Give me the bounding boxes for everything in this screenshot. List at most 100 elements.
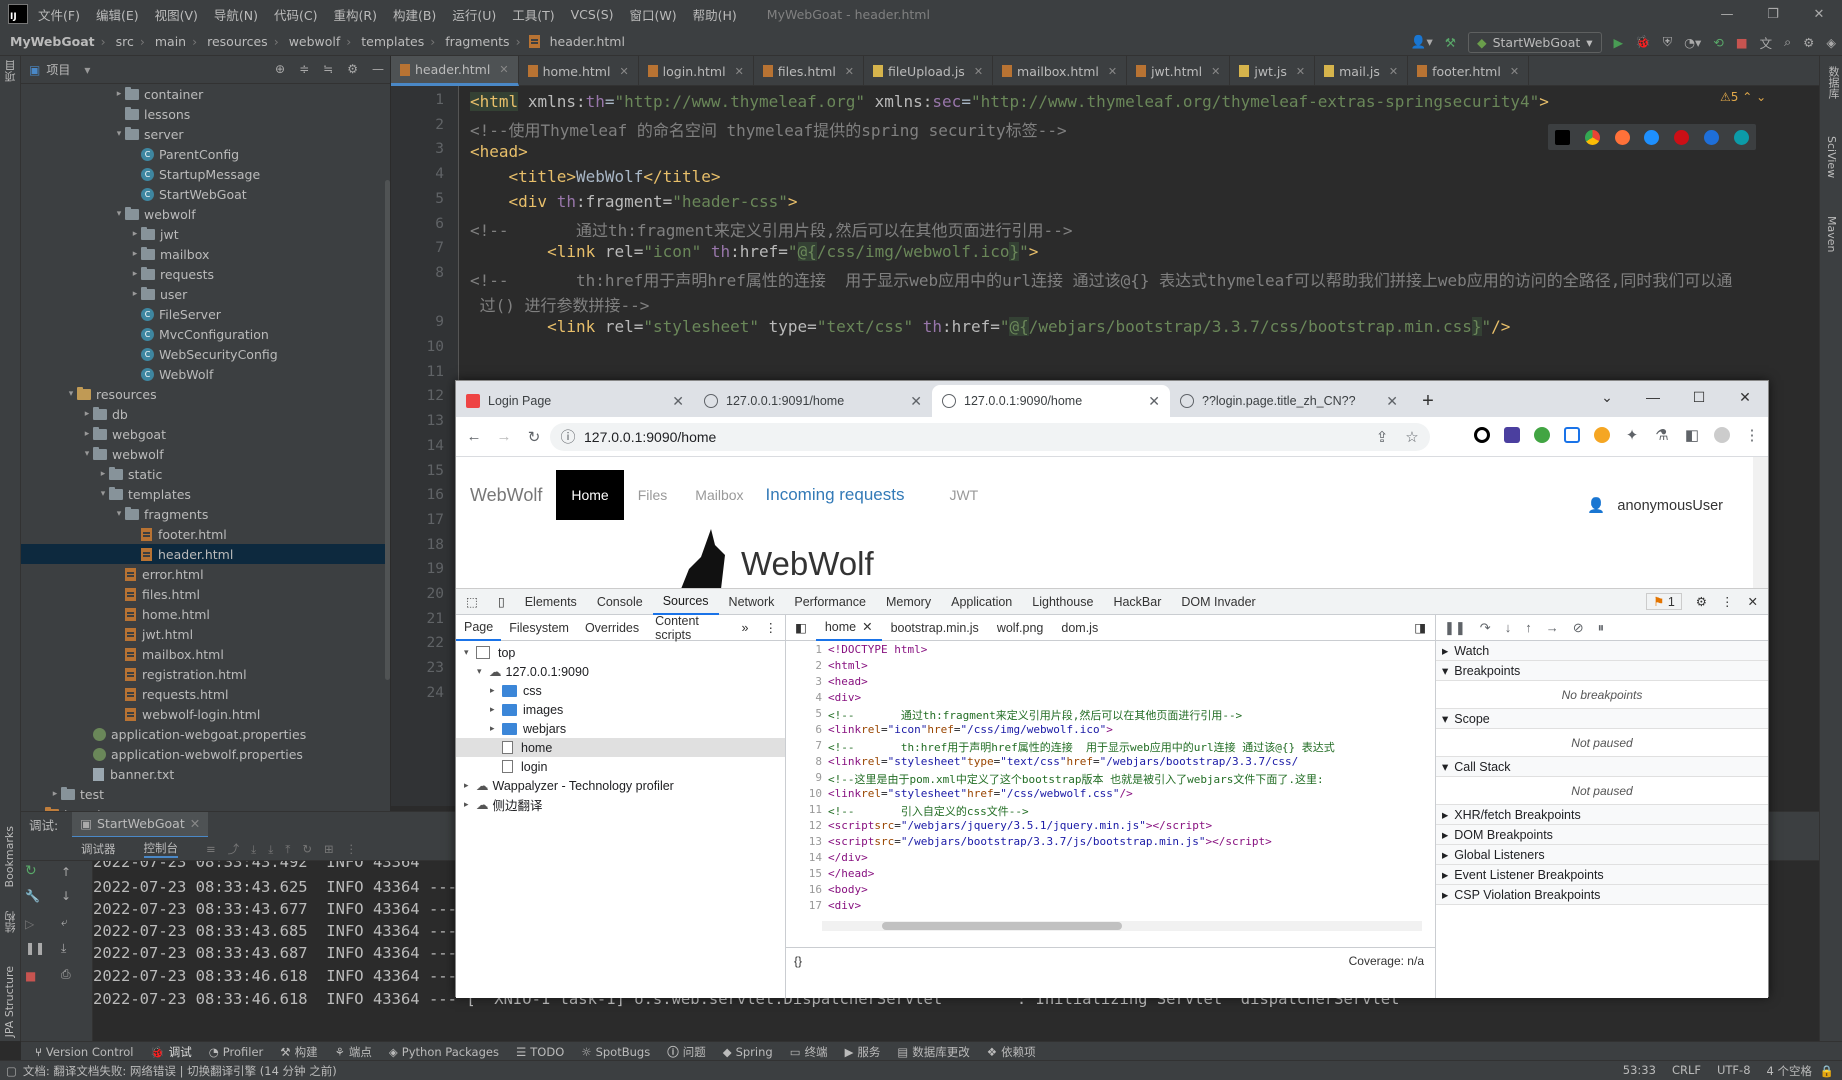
tree-item[interactable]: ▾ templates: [21, 484, 390, 504]
tree-item[interactable]: ▸ webgoat: [21, 424, 390, 444]
horizontal-scrollbar[interactable]: [822, 921, 1422, 931]
expand-arrow-icon[interactable]: ▸: [129, 269, 141, 279]
back-icon[interactable]: ←: [466, 428, 482, 445]
tree-item[interactable]: jwt.html: [21, 624, 390, 644]
tree-item[interactable]: ▾ server: [21, 124, 390, 144]
breadcrumb-webwolf[interactable]: webwolf: [289, 34, 341, 49]
inspection-warnings[interactable]: ⚠5 ⌃ ⌄: [1720, 90, 1766, 104]
tree-item[interactable]: C StartupMessage: [21, 164, 390, 184]
collapse-all-icon[interactable]: ≒: [323, 62, 333, 76]
firefox-icon[interactable]: [1614, 129, 1630, 145]
build-tool[interactable]: ⚒ 构建: [280, 1044, 317, 1060]
file-tree-item[interactable]: ▸ webjars: [456, 719, 785, 738]
chrome-icon[interactable]: [1585, 129, 1601, 145]
file-tree-item[interactable]: ▾ top: [456, 643, 785, 662]
down-arrow-icon[interactable]: ↓: [61, 889, 71, 903]
source-code[interactable]: 1 <!DOCTYPE html> 2 <html> 3 <head> 4 <div>…: [786, 641, 1436, 921]
python-packages-tool[interactable]: ◈ Python Packages: [389, 1045, 499, 1059]
close-icon[interactable]: ✕: [1722, 381, 1768, 413]
file-tree-item[interactable]: ▾ ☁ 127.0.0.1:9090: [456, 662, 785, 681]
user-icon[interactable]: 👤▾: [1411, 34, 1433, 50]
menu-edit[interactable]: 编辑(E): [96, 5, 139, 24]
breadcrumb-project[interactable]: MyWebGoat: [10, 34, 95, 49]
user-menu[interactable]: 👤 anonymousUser: [1587, 497, 1723, 514]
extensions-puzzle-icon[interactable]: ✦: [1624, 427, 1640, 444]
caret-position[interactable]: 53:33: [1623, 1063, 1656, 1079]
devtools-tab-memory[interactable]: Memory: [876, 589, 941, 615]
chevron-down-icon[interactable]: ▾: [84, 63, 90, 77]
tree-item[interactable]: registration.html: [21, 664, 390, 684]
close-tab-icon[interactable]: ✕: [1296, 65, 1305, 78]
expand-arrow-icon[interactable]: ▸: [490, 685, 502, 696]
tree-item[interactable]: lessons: [21, 104, 390, 124]
toggle-debugger-icon[interactable]: ◨: [1405, 620, 1435, 635]
devtools-tab-elements[interactable]: Elements: [515, 589, 587, 615]
editor-tab[interactable]: fileUpload.js ✕: [864, 56, 994, 86]
global-listeners-section[interactable]: ▸ Global Listeners: [1436, 845, 1768, 865]
tree-item[interactable]: ▾ resources: [21, 384, 390, 404]
call-stack-section[interactable]: ▾ Call Stack: [1436, 757, 1768, 777]
problems-tool[interactable]: ⓘ 问题: [667, 1044, 706, 1060]
devtools-tab-application[interactable]: Application: [941, 589, 1022, 615]
tree-item[interactable]: ▾ webwolf: [21, 444, 390, 464]
navigator-tab-overrides[interactable]: Overrides: [577, 621, 647, 635]
edge-icon[interactable]: [1733, 129, 1749, 145]
file-tree-item[interactable]: ▸ css: [456, 681, 785, 700]
pause-icon[interactable]: ❚❚: [25, 941, 45, 955]
expand-arrow-icon[interactable]: ▾: [97, 489, 109, 499]
tree-item[interactable]: C MvcConfiguration: [21, 324, 390, 344]
tree-item[interactable]: ▾ webwolf: [21, 204, 390, 224]
flask-icon[interactable]: ⚗: [1654, 427, 1670, 444]
search-icon[interactable]: ⌕: [1784, 34, 1791, 50]
settings-icon[interactable]: 🔧: [25, 889, 40, 903]
close-tab-icon[interactable]: ✕: [1386, 393, 1398, 410]
expand-arrow-icon[interactable]: ▾: [113, 509, 125, 519]
scroll-end-icon[interactable]: ⤓: [61, 941, 66, 956]
more-tabs-icon[interactable]: »: [734, 621, 757, 635]
expand-arrow-icon[interactable]: ▾: [113, 209, 125, 219]
breadcrumb-src[interactable]: src: [116, 34, 134, 49]
expand-arrow-icon[interactable]: ▸: [464, 780, 476, 791]
tab-search-icon[interactable]: ⌄: [1584, 381, 1630, 413]
stop-icon[interactable]: ■: [1736, 35, 1748, 50]
coverage-icon[interactable]: ⛨: [1663, 34, 1672, 50]
version-control-tool[interactable]: ⑂ Version Control: [35, 1045, 133, 1059]
file-tree-item[interactable]: ▸ images: [456, 700, 785, 719]
tree-item[interactable]: ▾ fragments: [21, 504, 390, 524]
menu-refactor[interactable]: 重构(R): [334, 5, 377, 24]
console-tab[interactable]: 控制台: [143, 840, 178, 858]
tree-item[interactable]: ▸ requests: [21, 264, 390, 284]
nav-mailbox[interactable]: Mailbox: [695, 487, 743, 503]
tree-item[interactable]: header.html: [21, 544, 390, 564]
tree-item[interactable]: application-webgoat.properties: [21, 724, 390, 744]
database-changes-tool[interactable]: ▤ 数据库更改: [897, 1044, 969, 1060]
browser-tab-login-cn[interactable]: ??login.page.title_zh_CN?? ✕: [1170, 385, 1408, 417]
editor-tab[interactable]: mailbox.html ✕: [993, 56, 1128, 86]
debug-step-icons[interactable]: ≡⤴⤓⤓⤒↻⊞⋮: [206, 841, 369, 857]
extension-sync-icon[interactable]: [1564, 427, 1580, 443]
devtools-tab-hackbar[interactable]: HackBar: [1103, 589, 1171, 615]
gear-icon[interactable]: ⚙: [347, 62, 358, 76]
plugin-icon[interactable]: ◈: [1826, 35, 1836, 50]
extension-wappalyzer-icon[interactable]: [1504, 427, 1520, 443]
minimize-icon[interactable]: —: [1704, 0, 1750, 28]
line-separator[interactable]: CRLF: [1672, 1063, 1701, 1079]
close-tab-icon[interactable]: ✕: [974, 65, 983, 78]
soft-wrap-icon[interactable]: ⤶: [61, 915, 68, 930]
todo-tool[interactable]: ☰ TODO: [516, 1045, 564, 1059]
build-hammer-icon[interactable]: ⚒: [1445, 35, 1456, 50]
debug-tool[interactable]: 🐞 调试: [150, 1044, 191, 1060]
tree-item[interactable]: C ParentConfig: [21, 144, 390, 164]
file-tree-item[interactable]: login: [456, 757, 785, 776]
editor-tab[interactable]: files.html ✕: [754, 56, 865, 86]
tree-item[interactable]: ▸ mailbox: [21, 244, 390, 264]
settings-gear-icon[interactable]: ⚙: [1803, 35, 1814, 50]
menu-window[interactable]: 窗口(W): [630, 5, 677, 24]
expand-arrow-icon[interactable]: ▾: [113, 129, 125, 139]
settings-gear-icon[interactable]: ⚙: [1696, 594, 1707, 609]
reload-icon[interactable]: ⟲: [1713, 35, 1723, 50]
minimize-icon[interactable]: —: [1630, 381, 1676, 413]
toggle-navigator-icon[interactable]: ◧: [786, 620, 816, 635]
close-devtools-icon[interactable]: ✕: [1748, 594, 1758, 609]
tree-item[interactable]: mailbox.html: [21, 644, 390, 664]
